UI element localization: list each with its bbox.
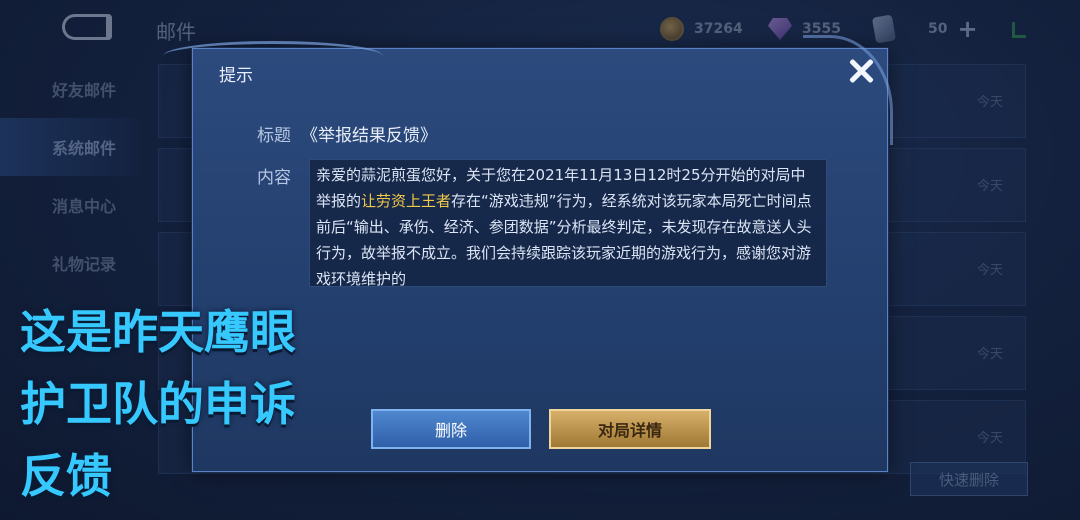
close-icon[interactable] [843, 53, 879, 89]
match-details-button[interactable]: 对局详情 [549, 409, 711, 449]
subject-label: 标题 [257, 126, 291, 146]
video-caption: 这是昨天鹰眼 护卫队的申诉 反馈 [20, 296, 380, 512]
mail-subject: 《举报结果反馈》 [301, 126, 437, 146]
delete-button[interactable]: 删除 [371, 409, 531, 449]
content-label: 内容 [257, 168, 291, 188]
caption-line: 这是昨天鹰眼 [20, 305, 296, 359]
reported-player-name: 让劳资上王者 [361, 192, 452, 210]
mail-content[interactable]: 亲爱的蒜泥煎蛋您好，关于您在2021年11月13日12时25分开始的对局中举报的… [309, 159, 827, 287]
caption-line: 反馈 [20, 449, 112, 503]
caption-line: 护卫队的申诉 [20, 377, 296, 431]
decorative-swirl [163, 41, 383, 71]
decorative-swirl [803, 35, 893, 145]
dialog-title: 提示 [219, 66, 253, 86]
